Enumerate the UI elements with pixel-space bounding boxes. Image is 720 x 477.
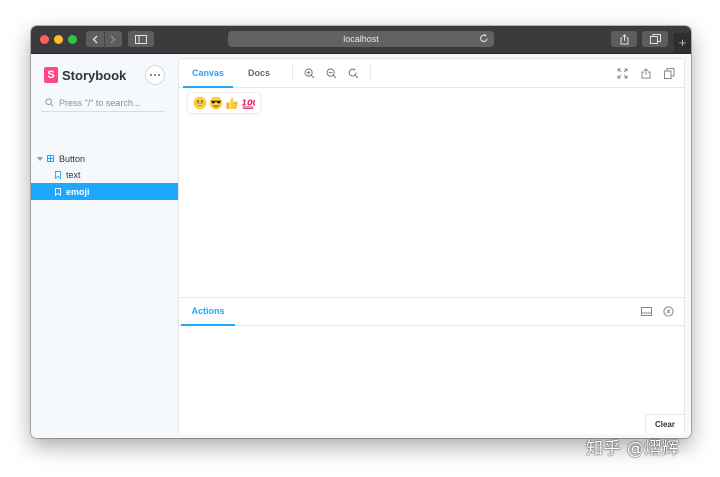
ellipsis-icon: [149, 73, 161, 77]
bookmark-icon: [55, 187, 61, 196]
reload-icon[interactable]: [479, 33, 489, 44]
chevron-left-icon: [92, 35, 98, 43]
minimize-window-button[interactable]: [54, 35, 63, 44]
watermark: 知乎 @熠辉: [586, 439, 680, 459]
close-panel-button[interactable]: [661, 304, 675, 318]
tab-canvas[interactable]: Canvas: [183, 59, 233, 88]
sidebar-toggle-button[interactable]: [128, 31, 154, 47]
addons-toolbar: Actions: [179, 298, 684, 326]
addons-panel: Actions Clear: [179, 297, 684, 434]
search-box: [41, 94, 165, 112]
zoom-reset-icon: [348, 67, 358, 78]
storybook-logo-icon: S: [44, 67, 58, 83]
fullscreen-icon: [617, 68, 627, 78]
zoom-in-icon: [304, 68, 314, 78]
storybook-brand[interactable]: S Storybook: [44, 67, 126, 83]
hundred-points-icon: 100: [242, 99, 256, 110]
bookmark-icon: [55, 170, 61, 179]
tree-item-label: emoji: [66, 186, 90, 197]
back-button[interactable]: [86, 31, 104, 47]
component-icon: [47, 155, 54, 162]
zoom-out-button[interactable]: [324, 66, 338, 80]
chevron-right-icon: [110, 35, 116, 43]
smiling-face-with-sunglasses-icon: [209, 96, 223, 110]
tree-item-button[interactable]: Button: [31, 150, 178, 167]
history-nav: [86, 31, 122, 47]
search-input[interactable]: [59, 97, 163, 108]
tree-item-text[interactable]: text: [31, 166, 178, 183]
grinning-face-icon: [193, 96, 207, 110]
toolbar-divider: [370, 64, 371, 80]
maximize-window-button[interactable]: [68, 35, 77, 44]
close-circle-icon: [662, 305, 674, 317]
fullscreen-button[interactable]: [615, 66, 629, 80]
preview-panel: Canvas Docs 10 Actions Clear: [179, 59, 684, 434]
toolbar-divider: [292, 64, 293, 80]
clear-button[interactable]: Clear: [645, 414, 684, 434]
copy-link-button[interactable]: [662, 66, 676, 80]
brand-name: Storybook: [62, 67, 127, 83]
tree-item-label: Button: [59, 153, 86, 164]
emoji-story-button[interactable]: 100: [187, 92, 261, 114]
preview-toolbar: Canvas Docs: [179, 59, 684, 88]
zoom-in-button[interactable]: [302, 66, 316, 80]
tree-item-emoji[interactable]: emoji: [31, 183, 178, 200]
show-tabs-button[interactable]: [642, 31, 668, 47]
tab-actions[interactable]: Actions: [181, 298, 235, 326]
svg-text:100: 100: [242, 99, 256, 108]
share-icon: [641, 67, 651, 78]
storybook-sidebar: S Storybook Button text emoji: [31, 54, 178, 438]
close-window-button[interactable]: [40, 35, 49, 44]
more-menu-button[interactable]: [146, 66, 164, 84]
panel-layout-icon: [640, 306, 652, 316]
open-new-tab-button[interactable]: [639, 66, 653, 80]
search-icon: [45, 98, 54, 107]
caret-down-icon: [37, 156, 43, 161]
tree-item-label: text: [66, 169, 81, 180]
panel-position-button[interactable]: [639, 304, 653, 318]
address-text: localhost: [343, 34, 379, 44]
tabs-overview-icon: [649, 34, 661, 44]
tab-docs[interactable]: Docs: [237, 59, 281, 87]
share-icon: [620, 33, 628, 44]
forward-button[interactable]: [103, 31, 123, 47]
browser-window: localhost + S Storybook Button: [31, 26, 691, 438]
share-button[interactable]: [611, 31, 637, 47]
zoom-reset-button[interactable]: [346, 66, 360, 80]
sidebar-icon: [135, 34, 147, 44]
address-bar[interactable]: localhost: [228, 31, 494, 47]
copy-icon: [663, 67, 674, 79]
thumbs-up-icon: [226, 97, 238, 109]
new-tab-button[interactable]: +: [674, 33, 691, 53]
browser-toolbar: localhost +: [31, 26, 691, 54]
zoom-out-icon: [326, 68, 336, 78]
story-canvas: 100: [179, 88, 684, 296]
